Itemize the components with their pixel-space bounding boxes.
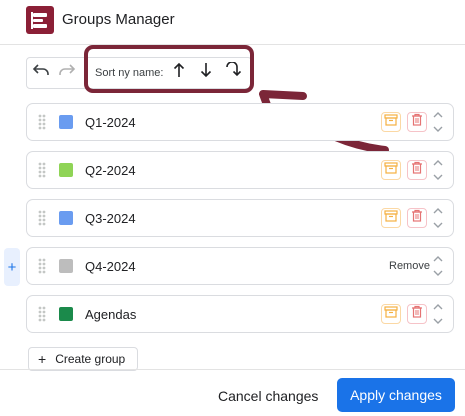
app-title: Groups Manager	[62, 11, 175, 28]
group-name: Q3-2024	[85, 211, 136, 226]
header: Groups Manager	[0, 0, 465, 45]
group-name: Q1-2024	[85, 115, 136, 130]
drag-handle-icon[interactable]	[38, 162, 46, 178]
redo-button[interactable]	[57, 62, 77, 82]
move-up-down-icon[interactable]	[431, 156, 445, 184]
group-color-swatch[interactable]	[59, 307, 73, 321]
cancel-changes-button[interactable]: Cancel changes	[212, 379, 324, 413]
group-row[interactable]: Agendas	[26, 295, 454, 333]
archive-icon	[384, 209, 398, 227]
app-logo-icon	[26, 6, 54, 34]
create-group-label: Create group	[55, 352, 126, 366]
drag-handle-icon[interactable]	[38, 210, 46, 226]
archive-icon	[384, 305, 398, 323]
group-color-swatch[interactable]	[59, 259, 73, 273]
redo-icon	[58, 63, 76, 82]
delete-button[interactable]	[407, 208, 427, 228]
group-color-swatch[interactable]	[59, 115, 73, 129]
archive-icon	[384, 161, 398, 179]
move-up-down-icon[interactable]	[431, 204, 445, 232]
archive-button[interactable]	[381, 208, 401, 228]
remove-button[interactable]: Remove	[389, 260, 430, 272]
plus-icon: +	[38, 351, 47, 367]
annotation-highlight-box	[84, 45, 254, 93]
archive-button[interactable]	[381, 112, 401, 132]
group-name: Agendas	[85, 307, 137, 322]
group-row[interactable]: Q1-2024	[26, 103, 454, 141]
group-row[interactable]: Q2-2024	[26, 151, 454, 189]
undo-button[interactable]	[31, 62, 51, 82]
trash-icon	[411, 305, 423, 323]
delete-button[interactable]	[407, 112, 427, 132]
drag-handle-icon[interactable]	[38, 306, 46, 322]
group-row[interactable]: Q4-2024 Remove	[26, 247, 454, 285]
archive-icon	[384, 113, 398, 131]
drag-handle-icon[interactable]	[38, 258, 46, 274]
trash-icon	[411, 209, 423, 227]
footer-divider	[0, 369, 465, 370]
delete-button[interactable]	[407, 304, 427, 324]
group-name: Q4-2024	[85, 259, 136, 274]
archive-button[interactable]	[381, 304, 401, 324]
trash-icon	[411, 113, 423, 131]
group-name: Q2-2024	[85, 163, 136, 178]
plus-icon: +	[7, 258, 17, 276]
move-up-down-icon[interactable]	[431, 300, 445, 328]
group-row[interactable]: Q3-2024	[26, 199, 454, 237]
delete-button[interactable]	[407, 160, 427, 180]
drag-handle-icon[interactable]	[38, 114, 46, 130]
trash-icon	[411, 161, 423, 179]
group-color-swatch[interactable]	[59, 211, 73, 225]
move-up-down-icon[interactable]	[431, 252, 445, 280]
create-group-button[interactable]: + Create group	[28, 347, 138, 371]
move-up-down-icon[interactable]	[431, 108, 445, 136]
archive-button[interactable]	[381, 160, 401, 180]
group-color-swatch[interactable]	[59, 163, 73, 177]
apply-changes-button[interactable]: Apply changes	[337, 378, 455, 412]
add-group-side-button[interactable]: +	[4, 248, 20, 286]
undo-icon	[32, 63, 50, 82]
